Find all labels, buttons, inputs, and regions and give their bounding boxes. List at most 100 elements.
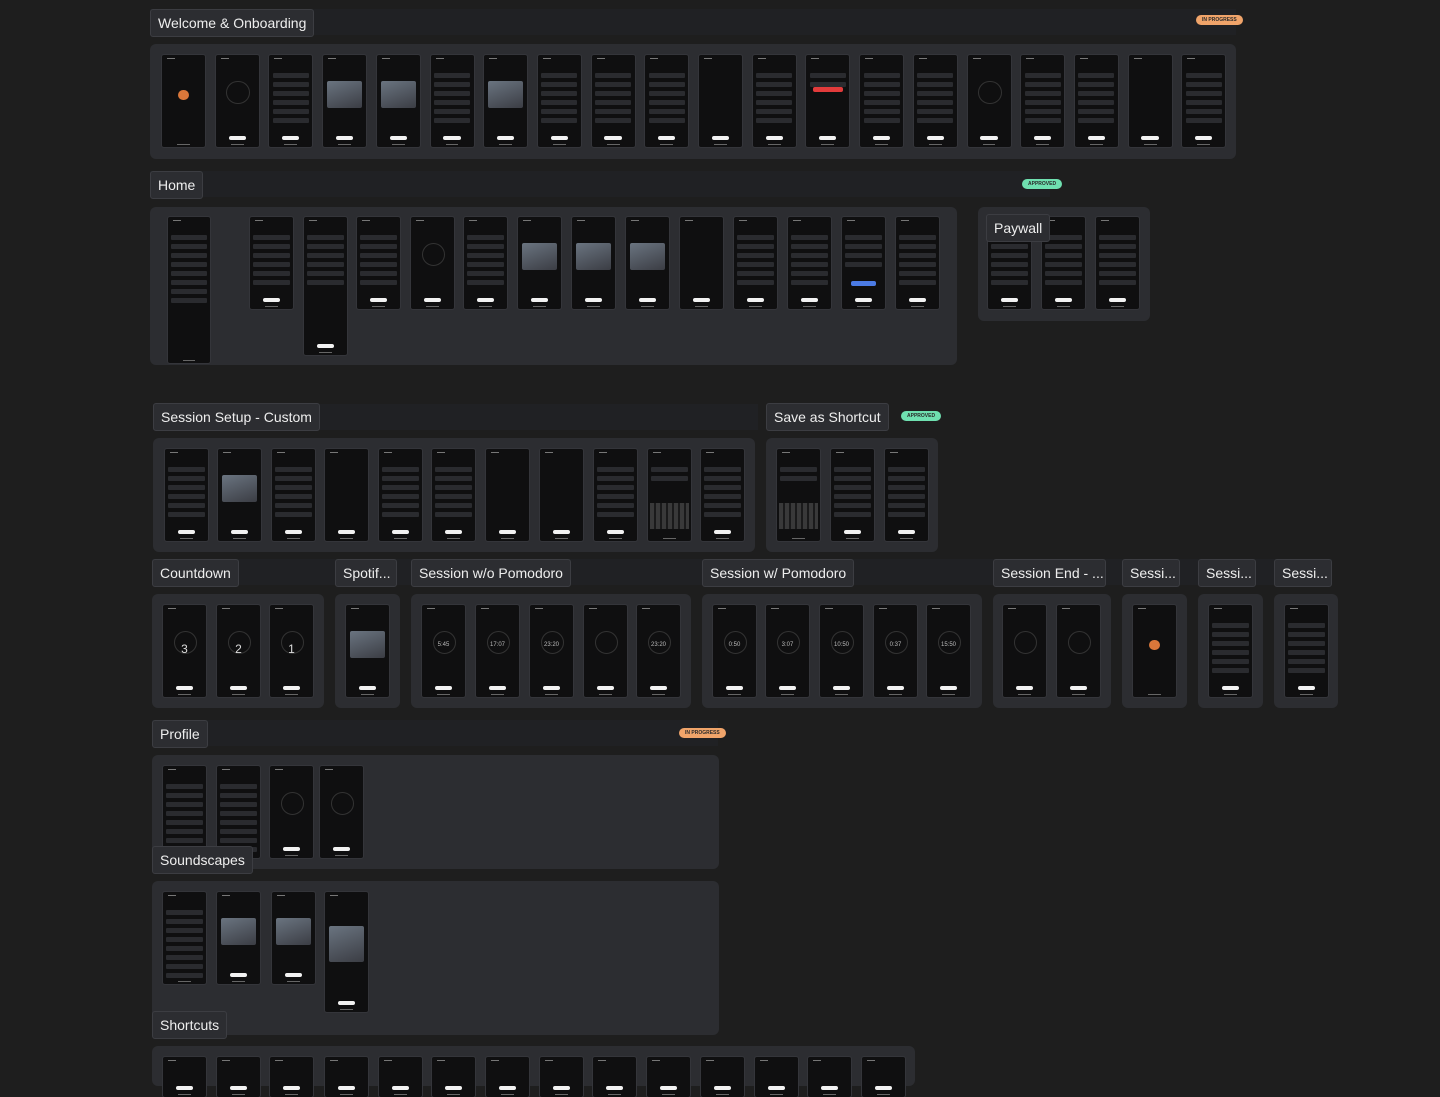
session-setup-screen[interactable] xyxy=(701,449,744,541)
shortcuts-screen[interactable] xyxy=(432,1057,475,1097)
save-shortcut-screen[interactable] xyxy=(885,449,928,541)
section-label-sessi-3[interactable]: Sessi... xyxy=(1274,559,1332,587)
session-setup-screen[interactable] xyxy=(648,449,691,541)
shortcuts-screen[interactable] xyxy=(540,1057,583,1097)
sessi-3-screen[interactable] xyxy=(1285,605,1328,697)
home-screen[interactable] xyxy=(842,217,885,309)
welcome-screen[interactable] xyxy=(1128,55,1172,147)
welcome-screen[interactable] xyxy=(430,55,474,147)
shortcuts-screen[interactable] xyxy=(163,1057,206,1097)
countdown-screen[interactable]: 3 xyxy=(163,605,206,697)
home-screen[interactable] xyxy=(250,217,293,309)
soundscapes-screen[interactable] xyxy=(163,892,206,984)
welcome-screen[interactable] xyxy=(645,55,689,147)
shortcuts-screen[interactable] xyxy=(808,1057,851,1097)
sessi-1-screen[interactable] xyxy=(1133,605,1176,697)
shortcuts-screen[interactable] xyxy=(486,1057,529,1097)
session-setup-screen[interactable] xyxy=(272,449,315,541)
home-screen[interactable] xyxy=(411,217,454,309)
welcome-screen[interactable] xyxy=(1074,55,1118,147)
section-label-sessi-2[interactable]: Sessi... xyxy=(1198,559,1256,587)
welcome-screen[interactable] xyxy=(591,55,635,147)
session-w-pomodoro-screen[interactable]: 15:50 xyxy=(927,605,970,697)
section-label-home[interactable]: Home xyxy=(150,171,204,199)
welcome-screen[interactable] xyxy=(913,55,957,147)
save-shortcut-screen[interactable] xyxy=(777,449,820,541)
session-wo-pomodoro-screen[interactable]: 23:20 xyxy=(637,605,680,697)
session-w-pomodoro-screen[interactable]: 0:50 xyxy=(713,605,756,697)
session-setup-screen[interactable] xyxy=(165,449,208,541)
welcome-screen[interactable] xyxy=(699,55,742,147)
shortcuts-screen[interactable] xyxy=(325,1057,368,1097)
home-screen[interactable] xyxy=(896,217,939,309)
home-screen[interactable] xyxy=(304,217,347,355)
sessi-2-screen[interactable] xyxy=(1209,605,1252,697)
section-label-profile[interactable]: Profile xyxy=(152,720,208,748)
session-setup-screen[interactable] xyxy=(325,449,368,541)
home-screen[interactable] xyxy=(572,217,615,309)
session-setup-screen[interactable] xyxy=(540,449,583,541)
section-label-sessi-1[interactable]: Sessi... xyxy=(1122,559,1180,587)
section-label-welcome[interactable]: Welcome & Onboarding xyxy=(150,9,315,37)
home-screen[interactable] xyxy=(626,217,669,309)
welcome-screen[interactable] xyxy=(1021,55,1065,147)
session-w-pomodoro-screen[interactable]: 10:50 xyxy=(820,605,863,697)
session-wo-pomodoro-screen[interactable] xyxy=(584,605,627,697)
session-wo-pomodoro-screen[interactable]: 23:20 xyxy=(530,605,573,697)
session-setup-screen[interactable] xyxy=(379,449,422,541)
home-screen[interactable] xyxy=(357,217,400,309)
welcome-screen[interactable] xyxy=(376,55,420,147)
session-setup-screen[interactable] xyxy=(594,449,637,541)
welcome-screen[interactable] xyxy=(967,55,1011,147)
shortcuts-screen[interactable] xyxy=(593,1057,636,1097)
session-end-screen[interactable] xyxy=(1003,605,1046,697)
section-label-paywall[interactable]: Paywall xyxy=(986,214,1051,242)
shortcuts-screen[interactable] xyxy=(701,1057,744,1097)
shortcuts-screen[interactable] xyxy=(647,1057,690,1097)
welcome-screen[interactable] xyxy=(484,55,528,147)
paywall-screen[interactable] xyxy=(1096,217,1139,309)
section-label-session-setup[interactable]: Session Setup - Custom xyxy=(153,403,320,431)
profile-screen[interactable] xyxy=(217,766,260,858)
section-label-session-w-pomodoro[interactable]: Session w/ Pomodoro xyxy=(702,559,855,587)
welcome-screen[interactable] xyxy=(752,55,796,147)
section-label-spotify[interactable]: Spotif... xyxy=(335,559,397,587)
shortcuts-screen[interactable] xyxy=(217,1057,260,1097)
soundscapes-screen-long[interactable] xyxy=(325,892,368,1012)
home-screen[interactable] xyxy=(518,217,561,309)
welcome-screen[interactable] xyxy=(537,55,581,147)
welcome-screen[interactable] xyxy=(1182,55,1226,147)
welcome-screen[interactable] xyxy=(806,55,850,147)
profile-screen[interactable] xyxy=(163,766,206,858)
profile-screen[interactable] xyxy=(320,766,363,858)
home-screen[interactable] xyxy=(788,217,831,309)
section-label-session-end[interactable]: Session End - ... xyxy=(993,559,1106,587)
home-screen[interactable] xyxy=(734,217,777,309)
shortcuts-screen[interactable] xyxy=(379,1057,422,1097)
session-wo-pomodoro-screen[interactable]: 17:07 xyxy=(476,605,519,697)
section-label-soundscapes[interactable]: Soundscapes xyxy=(152,846,253,874)
section-label-save-shortcut[interactable]: Save as Shortcut xyxy=(766,403,889,431)
profile-screen[interactable] xyxy=(270,766,313,858)
session-w-pomodoro-screen[interactable]: 3:07 xyxy=(766,605,809,697)
save-shortcut-screen[interactable] xyxy=(831,449,874,541)
shortcuts-screen[interactable] xyxy=(862,1057,905,1097)
shortcuts-screen[interactable] xyxy=(270,1057,313,1097)
session-end-screen[interactable] xyxy=(1057,605,1100,697)
shortcuts-screen[interactable] xyxy=(755,1057,798,1097)
section-label-session-wo-pomodoro[interactable]: Session w/o Pomodoro xyxy=(411,559,571,587)
section-label-shortcuts[interactable]: Shortcuts xyxy=(152,1011,228,1039)
welcome-screen[interactable] xyxy=(269,55,313,147)
welcome-screen[interactable] xyxy=(215,55,259,147)
home-screen-long[interactable] xyxy=(168,217,210,363)
session-wo-pomodoro-screen[interactable]: 5:45 xyxy=(422,605,465,697)
session-setup-screen[interactable] xyxy=(432,449,475,541)
soundscapes-screen[interactable] xyxy=(217,892,260,984)
session-setup-screen[interactable] xyxy=(218,449,261,541)
session-setup-screen[interactable] xyxy=(486,449,529,541)
soundscapes-screen[interactable] xyxy=(272,892,315,984)
countdown-screen[interactable]: 2 xyxy=(217,605,260,697)
section-label-countdown[interactable]: Countdown xyxy=(152,559,239,587)
session-w-pomodoro-screen[interactable]: 0:37 xyxy=(874,605,917,697)
welcome-screen[interactable] xyxy=(860,55,904,147)
